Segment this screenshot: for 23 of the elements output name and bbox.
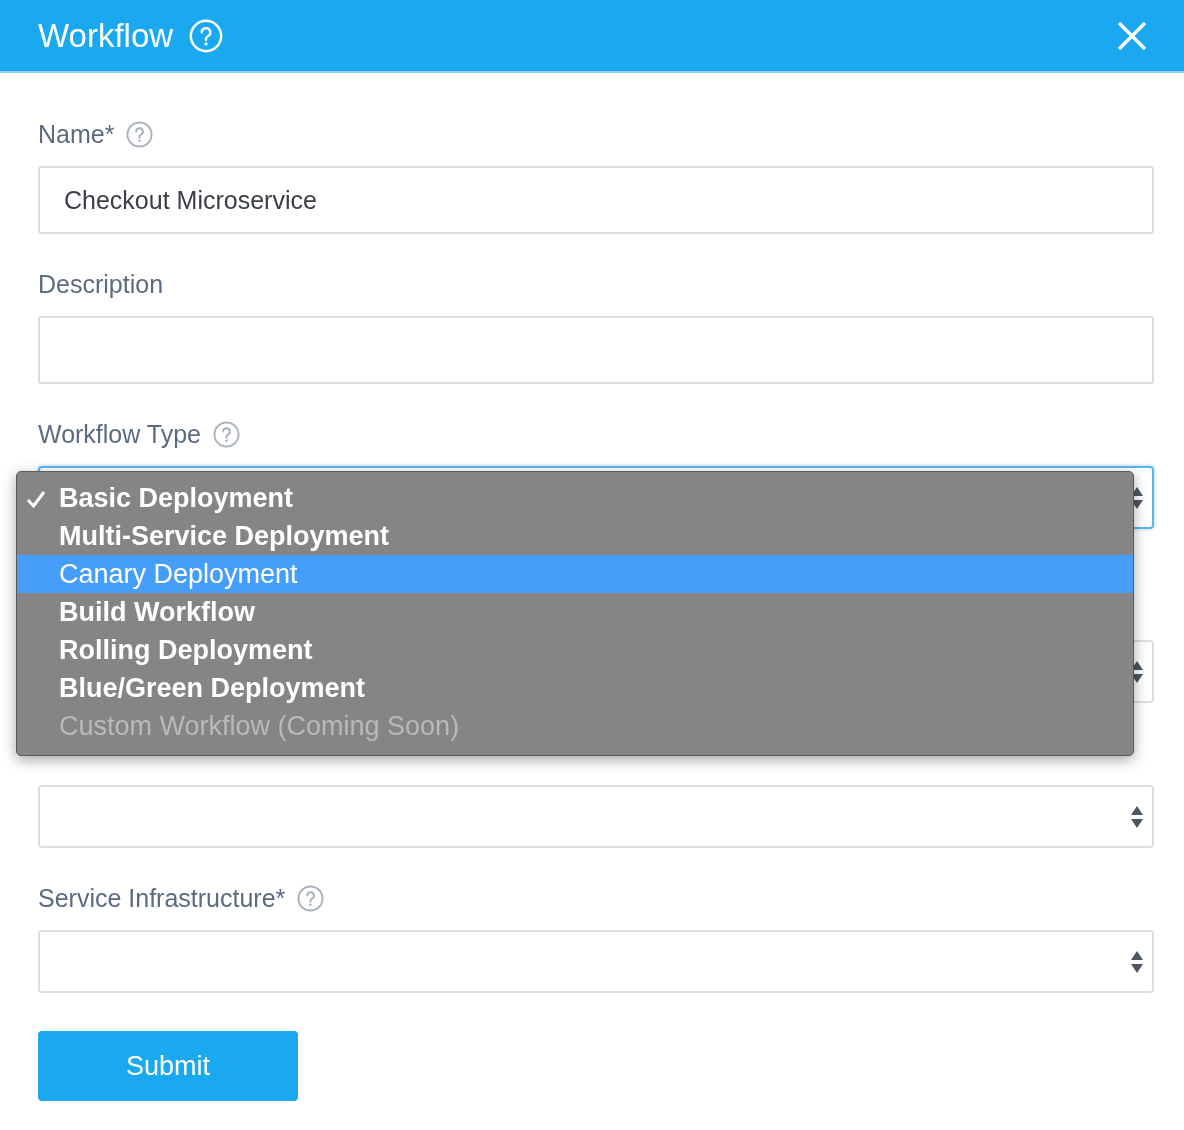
field-label: Service Infrastructure* [38,883,286,913]
select-field[interactable] [38,785,1154,848]
close-icon[interactable] [1116,19,1148,52]
help-icon[interactable] [297,884,325,912]
check-icon [26,490,46,508]
help-icon[interactable] [126,120,154,148]
dialog-title: Workflow [38,16,174,55]
menu-option[interactable]: Canary Deployment [17,555,1133,593]
menu-option[interactable]: Rolling Deployment [17,631,1133,669]
sort-arrows-icon [1130,804,1144,829]
menu-option[interactable]: Basic Deployment [17,479,1133,517]
field-label: Workflow Type [38,419,202,449]
field-label: Name* [38,119,115,149]
submit-button[interactable]: Submit [38,1031,298,1101]
help-icon[interactable] [213,420,241,448]
select-field[interactable] [38,930,1154,993]
menu-option[interactable]: Multi-Service Deployment [17,517,1133,555]
sort-arrows-icon [1130,949,1144,974]
menu-option[interactable]: Build Workflow [17,593,1133,631]
menu-option[interactable]: Blue/Green Deployment [17,669,1133,707]
field-label: Description [38,269,164,299]
text-field[interactable]: Checkout Microservice [38,166,1154,234]
text-field[interactable] [38,316,1154,384]
